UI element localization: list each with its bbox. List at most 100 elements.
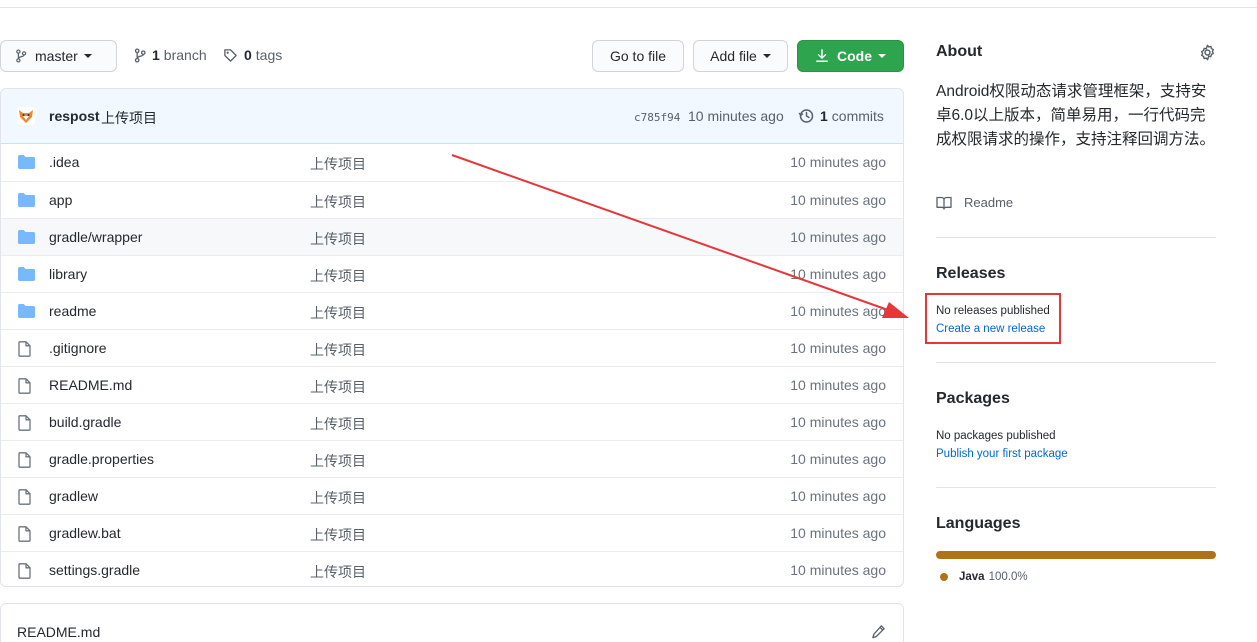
- branches-link[interactable]: 1 branch: [134, 47, 207, 63]
- publish-package-link[interactable]: Publish your first package: [936, 448, 1068, 460]
- file-commit-message[interactable]: 上传项目: [310, 377, 366, 397]
- file-age: 10 minutes ago: [790, 266, 886, 282]
- file-row[interactable]: README.md 上传项目 10 minutes ago: [1, 366, 903, 403]
- file-age: 10 minutes ago: [790, 525, 886, 541]
- readme-link-label: Readme: [964, 195, 1014, 210]
- readme-box: README.md: [0, 603, 904, 642]
- add-file-button[interactable]: Add file: [693, 40, 788, 72]
- file-age: 10 minutes ago: [790, 192, 886, 208]
- folder-icon: [18, 230, 35, 244]
- commit-count: 1: [820, 108, 828, 124]
- tag-icon: [224, 48, 237, 62]
- file-row[interactable]: build.gradle 上传项目 10 minutes ago: [1, 403, 903, 440]
- file-name[interactable]: gradlew.bat: [49, 525, 121, 541]
- file-name[interactable]: .idea: [49, 154, 79, 170]
- readme-link[interactable]: Readme: [936, 195, 1013, 210]
- commit-sha[interactable]: c785f94: [634, 111, 680, 124]
- file-name[interactable]: settings.gradle: [49, 562, 140, 578]
- branch-count: 1: [152, 47, 160, 63]
- readme-title[interactable]: README.md: [17, 624, 100, 640]
- file-commit-message[interactable]: 上传项目: [310, 488, 366, 508]
- file-age: 10 minutes ago: [790, 303, 886, 319]
- file-icon: [18, 452, 31, 468]
- book-icon: [936, 196, 952, 210]
- file-row[interactable]: gradlew 上传项目 10 minutes ago: [1, 477, 903, 514]
- language-name: Java: [959, 571, 985, 583]
- sidebar-divider: [936, 487, 1216, 488]
- file-name[interactable]: README.md: [49, 377, 132, 393]
- file-name[interactable]: readme: [49, 303, 96, 319]
- code-button[interactable]: Code: [797, 40, 904, 72]
- commits-link[interactable]: 1 commits: [798, 108, 884, 124]
- language-percent: 100.0%: [988, 571, 1028, 583]
- file-icon: [18, 415, 31, 431]
- file-row[interactable]: .gitignore 上传项目 10 minutes ago: [1, 329, 903, 366]
- folder-icon: [18, 193, 35, 207]
- annotation-highlight-box: [925, 293, 1061, 344]
- file-list-box: respost 上传项目 c785f94 10 minutes ago 1 co…: [0, 88, 904, 587]
- file-row[interactable]: app 上传项目 10 minutes ago: [1, 181, 903, 218]
- file-row[interactable]: gradle.properties 上传项目 10 minutes ago: [1, 440, 903, 477]
- file-commit-message[interactable]: 上传项目: [310, 562, 366, 582]
- download-icon: [816, 49, 828, 62]
- file-name[interactable]: gradle/wrapper: [49, 229, 142, 245]
- file-row[interactable]: settings.gradle 上传项目 10 minutes ago: [1, 551, 903, 586]
- file-row[interactable]: gradlew.bat 上传项目 10 minutes ago: [1, 514, 903, 551]
- file-commit-message[interactable]: 上传项目: [310, 266, 366, 286]
- file-commit-message[interactable]: 上传项目: [310, 154, 366, 174]
- packages-heading[interactable]: Packages: [936, 390, 1010, 408]
- file-age: 10 minutes ago: [790, 340, 886, 356]
- chevron-down-icon: [762, 54, 771, 58]
- avatar[interactable]: [17, 107, 35, 125]
- language-item[interactable]: Java 100.0%: [940, 571, 1028, 583]
- tag-count: 0: [244, 47, 252, 63]
- pencil-icon[interactable]: [871, 624, 886, 639]
- sidebar-divider: [936, 237, 1216, 238]
- tags-link[interactable]: 0 tags: [223, 47, 282, 63]
- branch-word: branch: [163, 47, 207, 63]
- branch-name: master: [35, 48, 78, 64]
- file-row[interactable]: gradle/wrapper 上传项目 10 minutes ago: [1, 218, 903, 255]
- gear-icon[interactable]: [1199, 44, 1216, 61]
- file-commit-message[interactable]: 上传项目: [310, 192, 366, 212]
- file-icon: [18, 378, 31, 394]
- file-commit-message[interactable]: 上传项目: [310, 451, 366, 471]
- file-name[interactable]: library: [49, 266, 87, 282]
- file-commit-message[interactable]: 上传项目: [310, 414, 366, 434]
- file-icon: [18, 489, 31, 505]
- about-heading: About: [936, 43, 983, 60]
- file-commit-message[interactable]: 上传项目: [310, 303, 366, 323]
- file-name[interactable]: gradle.properties: [49, 451, 154, 467]
- file-age: 10 minutes ago: [790, 229, 886, 245]
- file-age: 10 minutes ago: [790, 154, 886, 170]
- file-row[interactable]: library 上传项目 10 minutes ago: [1, 255, 903, 292]
- file-name[interactable]: build.gradle: [49, 414, 121, 430]
- commit-author[interactable]: respost: [49, 108, 100, 124]
- commit-time: 10 minutes ago: [688, 108, 784, 124]
- file-name[interactable]: app: [49, 192, 72, 208]
- commit-count-word: commits: [831, 108, 884, 124]
- chevron-down-icon: [83, 54, 92, 58]
- file-name[interactable]: .gitignore: [49, 340, 107, 356]
- file-icon: [18, 341, 31, 357]
- no-packages-text: No packages published: [936, 430, 1056, 442]
- file-rows: .idea 上传项目 10 minutes ago app 上传项目 10 mi…: [1, 144, 903, 586]
- file-commit-message[interactable]: 上传项目: [310, 229, 366, 249]
- top-divider: [0, 7, 1257, 8]
- sidebar-divider: [936, 362, 1216, 363]
- file-commit-message[interactable]: 上传项目: [310, 525, 366, 545]
- file-row[interactable]: readme 上传项目 10 minutes ago: [1, 292, 903, 329]
- history-icon: [798, 109, 814, 123]
- file-commit-message[interactable]: 上传项目: [310, 340, 366, 360]
- commit-message[interactable]: 上传项目: [101, 108, 157, 128]
- folder-icon: [18, 155, 35, 169]
- language-color-dot: [940, 573, 948, 581]
- file-row[interactable]: .idea 上传项目 10 minutes ago: [1, 144, 903, 181]
- go-to-file-button[interactable]: Go to file: [592, 40, 684, 72]
- file-name[interactable]: gradlew: [49, 488, 98, 504]
- releases-heading[interactable]: Releases: [936, 265, 1005, 283]
- file-icon: [18, 526, 31, 542]
- branch-select-button[interactable]: master: [0, 40, 117, 72]
- add-file-label: Add file: [710, 48, 757, 64]
- file-age: 10 minutes ago: [790, 451, 886, 467]
